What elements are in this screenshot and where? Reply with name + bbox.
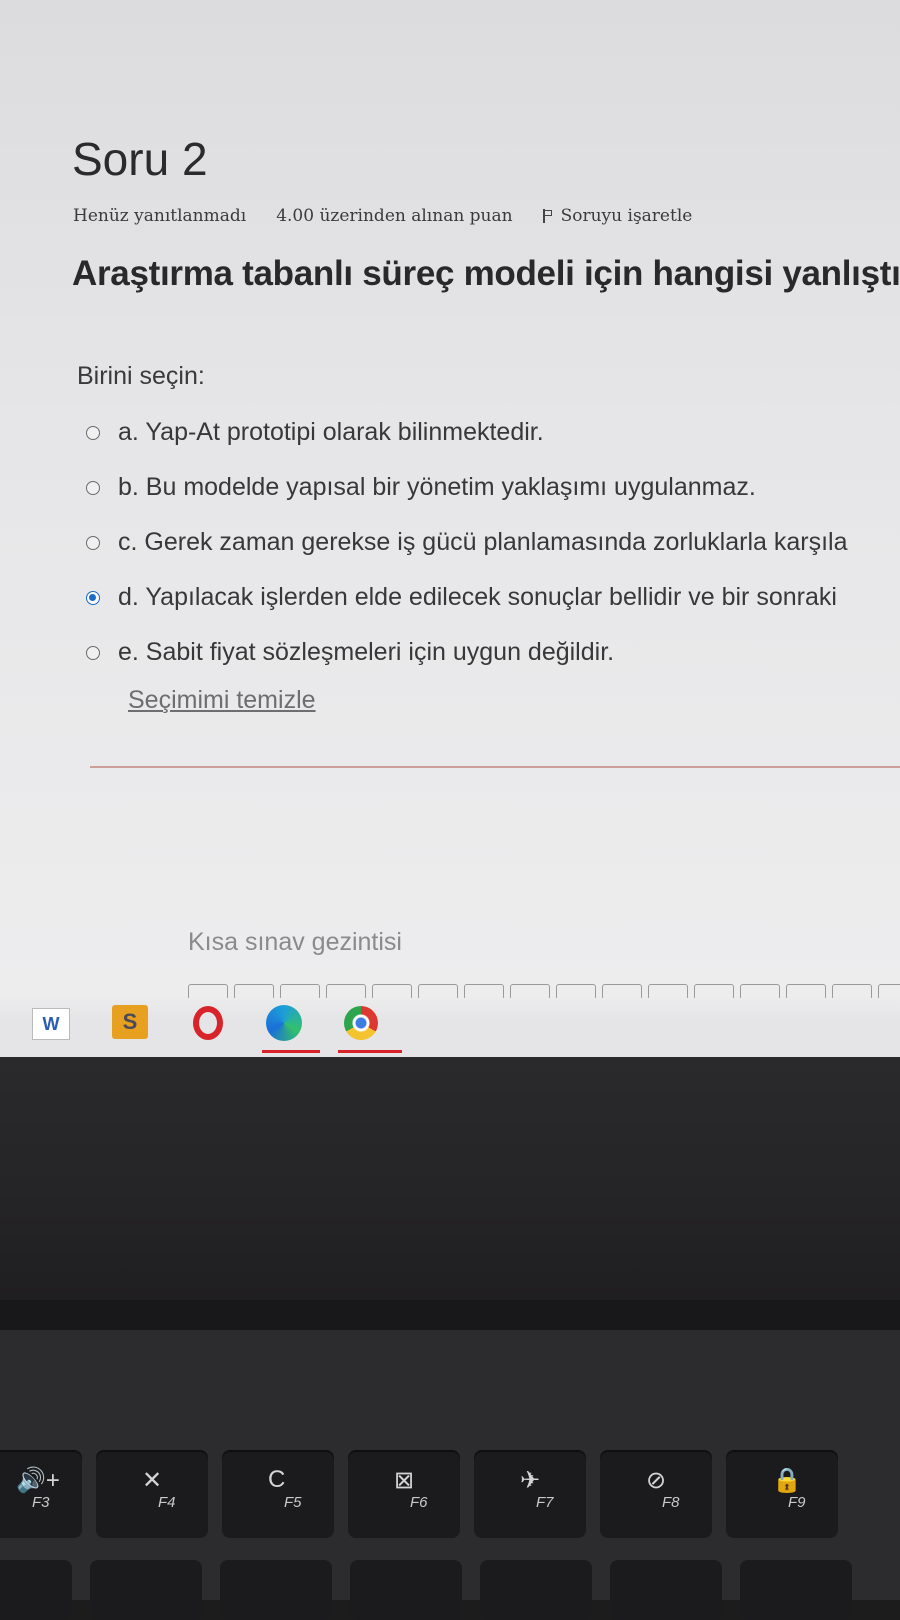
question-points: 4.00 üzerinden alınan puan <box>276 206 513 226</box>
number-row-key[interactable] <box>350 1560 462 1620</box>
number-row-key[interactable] <box>740 1560 852 1620</box>
airplane-mode-icon: ✈ <box>520 1467 541 1494</box>
option-b[interactable]: b. Bu modelde yapısal bir yönetim yaklaş… <box>86 460 900 515</box>
sublime-icon[interactable]: S <box>112 1005 148 1039</box>
number-row-key[interactable] <box>610 1560 722 1620</box>
monitor-screen: Soru 2 Henüz yanıtlanmadı 4.00 üzerinden… <box>0 0 900 1075</box>
divider <box>90 766 900 768</box>
active-app-indicator <box>338 1050 402 1053</box>
flag-question-link[interactable]: Soruyu işaretle <box>542 206 693 226</box>
key-f9[interactable]: 🔒 F9 <box>726 1450 838 1538</box>
option-label: b. Bu modelde yapısal bir yönetim yaklaş… <box>118 473 756 501</box>
number-row-key[interactable] <box>480 1560 592 1620</box>
mic-mute-icon: ✕ <box>142 1467 163 1494</box>
lock-icon: 🔒 <box>772 1467 802 1494</box>
option-label: a. Yap-At prototipi olarak bilinmektedir… <box>118 418 544 446</box>
question-info: Henüz yanıtlanmadı 4.00 üzerinden alınan… <box>73 206 692 226</box>
fn-key-label: F3 <box>32 1494 50 1511</box>
fn-key-label: F8 <box>662 1494 680 1511</box>
question-text: Araştırma tabanlı süreç modeli için hang… <box>72 254 900 293</box>
option-e[interactable]: e. Sabit fiyat sözleşmeleri için uygun d… <box>86 625 900 680</box>
key-f4[interactable]: ✕ F4 <box>96 1450 208 1538</box>
option-label: c. Gerek zaman gerekse iş gücü planlamas… <box>118 528 848 556</box>
edge-icon[interactable] <box>266 1005 302 1041</box>
number-row-key[interactable] <box>90 1560 202 1620</box>
question-status: Henüz yanıtlanmadı <box>73 206 247 226</box>
fn-key-label: F5 <box>284 1494 302 1511</box>
flag-icon <box>542 209 553 223</box>
word-icon[interactable]: W <box>32 1008 70 1040</box>
key-f8[interactable]: ⊘ F8 <box>600 1450 712 1538</box>
question-title: Soru 2 <box>72 133 208 185</box>
fn-key-label: F4 <box>158 1494 176 1511</box>
fn-key-label: F6 <box>410 1494 428 1511</box>
option-a[interactable]: a. Yap-At prototipi olarak bilinmektedir… <box>86 405 900 460</box>
chrome-icon[interactable] <box>343 1005 379 1041</box>
active-app-indicator <box>262 1050 320 1053</box>
clear-choice-link[interactable]: Seçimimi temizle <box>128 686 316 715</box>
answer-prompt: Birini seçin: <box>77 362 205 390</box>
option-d[interactable]: d. Yapılacak işlerden elde edilecek sonu… <box>86 570 900 625</box>
radio-a[interactable] <box>86 425 100 440</box>
opera-icon[interactable] <box>190 1005 226 1041</box>
option-label: d. Yapılacak işlerden elde edilecek sonu… <box>118 583 837 611</box>
radio-d-selected[interactable] <box>86 590 100 605</box>
radio-e[interactable] <box>86 645 100 660</box>
flag-question-label: Soruyu işaretle <box>560 206 693 226</box>
quiz-navigation-title: Kısa sınav gezintisi <box>188 928 402 956</box>
radio-c[interactable] <box>86 535 100 550</box>
touchpad-off-icon: ⊠ <box>394 1467 415 1494</box>
fn-key-label: F7 <box>536 1494 554 1511</box>
camera-off-icon: ⊘ <box>646 1467 667 1494</box>
key-f5[interactable]: C F5 <box>222 1450 334 1538</box>
answer-options: a. Yap-At prototipi olarak bilinmektedir… <box>86 405 900 680</box>
key-f6[interactable]: ⊠ F6 <box>348 1450 460 1538</box>
laptop-hinge <box>0 1300 900 1330</box>
option-c[interactable]: c. Gerek zaman gerekse iş gücü planlamas… <box>86 515 900 570</box>
laptop-bezel <box>0 1057 900 1317</box>
option-label: e. Sabit fiyat sözleşmeleri için uygun d… <box>118 638 615 666</box>
fn-key-label: F9 <box>788 1494 806 1511</box>
refresh-icon: C <box>268 1466 286 1493</box>
radio-b[interactable] <box>86 480 100 495</box>
key-f3[interactable]: 🔊+ F3 <box>0 1450 82 1538</box>
number-row-key[interactable] <box>0 1560 72 1620</box>
volume-up-icon: 🔊+ <box>16 1467 60 1494</box>
key-f7[interactable]: ✈ F7 <box>474 1450 586 1538</box>
number-row-key[interactable] <box>220 1560 332 1620</box>
